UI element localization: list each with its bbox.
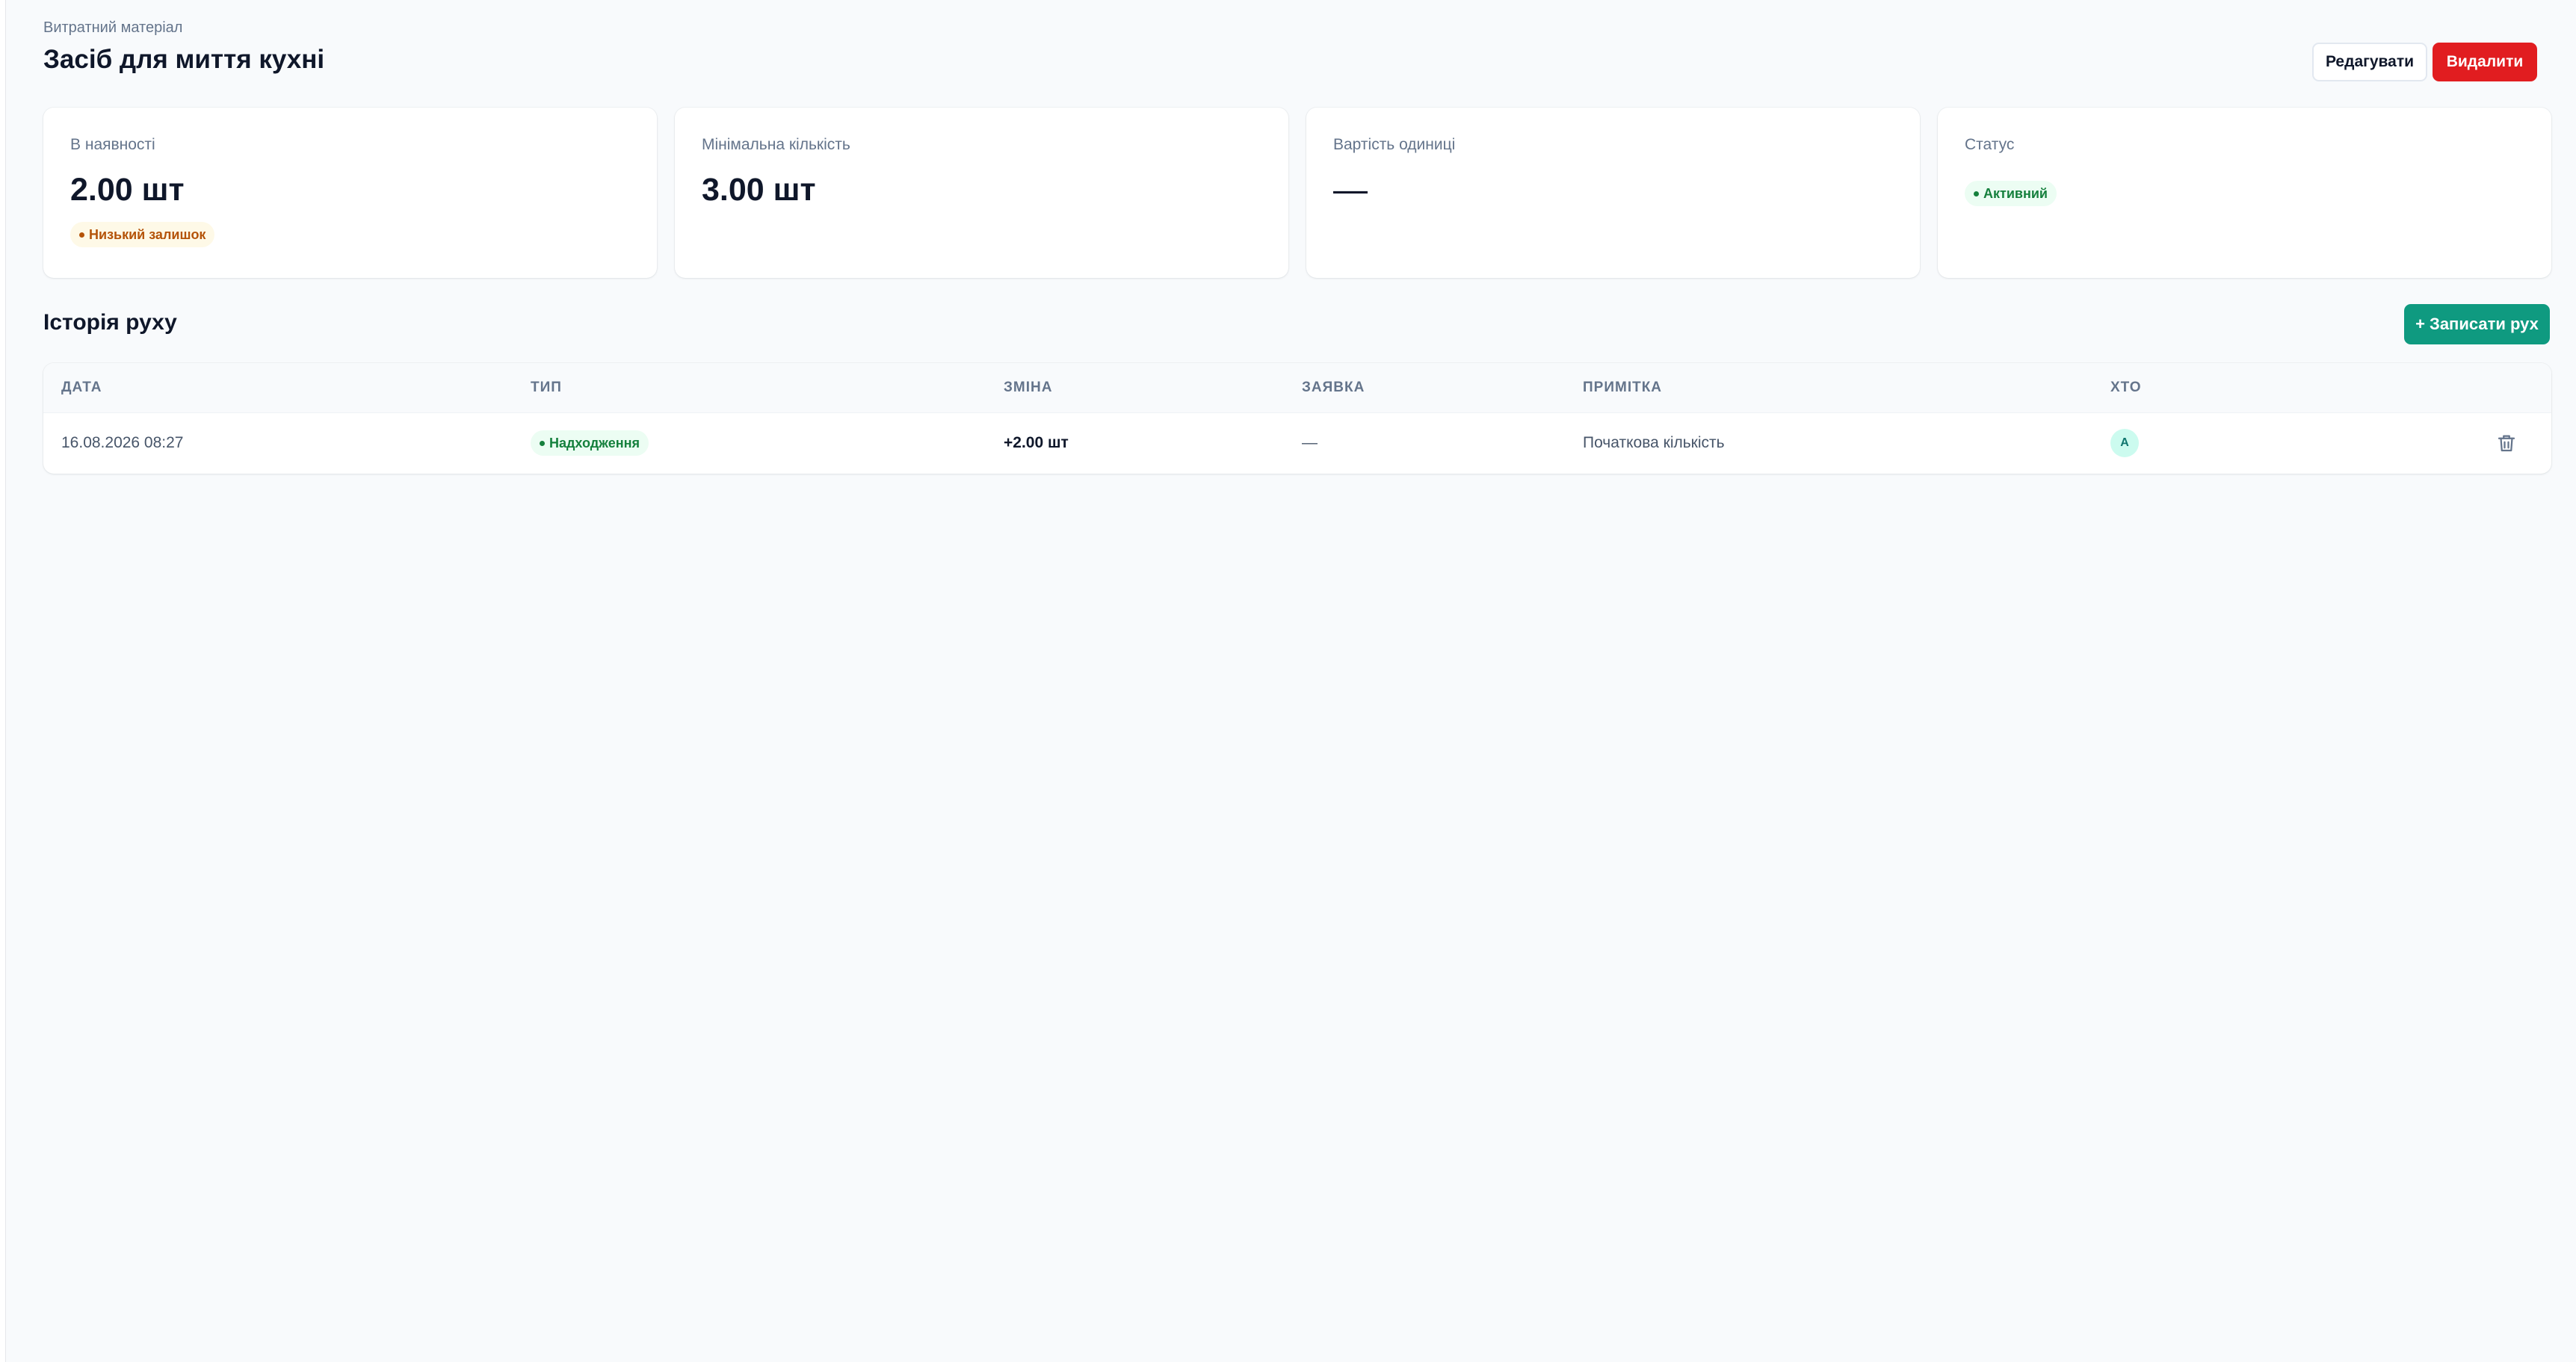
column-header-change: ЗМІНА — [1004, 380, 1053, 395]
stock-card: В наявності 2.00 шт Низький залишок — [43, 108, 657, 278]
page-title: Засіб для миття кухні — [43, 45, 325, 74]
avatar: А — [2110, 429, 2139, 457]
header-actions: Редагувати Видалити — [2312, 43, 2537, 81]
edit-button[interactable]: Редагувати — [2312, 43, 2427, 81]
type-badge: Надходження — [531, 430, 649, 456]
table-row: 16.08.2026 08:27 Надходження +2.00 шт — … — [43, 412, 2551, 474]
breadcrumb: Витратний матеріал — [43, 19, 183, 36]
stock-label: В наявності — [70, 136, 155, 153]
unit-cost-label: Вартість одиниці — [1333, 136, 1456, 153]
column-header-request: ЗАЯВКА — [1302, 380, 1365, 395]
row-request: — — [1302, 434, 1318, 451]
column-header-type: ТИП — [531, 380, 562, 395]
trash-icon[interactable] — [2495, 432, 2518, 454]
stats-cards: В наявності 2.00 шт Низький залишок Міні… — [43, 108, 2551, 278]
page: Витратний матеріал Засіб для миття кухні… — [5, 0, 2576, 1362]
status-card: Статус Активний — [1938, 108, 2551, 278]
type-badge-label: Надходження — [549, 435, 640, 451]
badge-dot — [1974, 191, 1979, 196]
history-table: ДАТА ТИП ЗМІНА ЗАЯВКА ПРИМІТКА ХТО 16.08… — [43, 363, 2551, 474]
column-header-date: ДАТА — [61, 380, 102, 395]
status-badge: Активний — [1965, 181, 2057, 206]
row-type: Надходження — [531, 412, 649, 474]
stock-value: 2.00 шт — [70, 172, 185, 208]
row-note: Початкова кількість — [1583, 434, 1725, 451]
unit-cost-card: Вартість одиниці — — [1306, 108, 1920, 278]
min-qty-value: 3.00 шт — [702, 172, 816, 208]
min-qty-card: Мінімальна кількість 3.00 шт — [675, 108, 1288, 278]
table-header: ДАТА ТИП ЗМІНА ЗАЯВКА ПРИМІТКА ХТО — [43, 363, 2551, 413]
badge-dot — [540, 440, 545, 446]
column-header-note: ПРИМІТКА — [1583, 380, 1663, 395]
row-date: 16.08.2026 08:27 — [61, 434, 184, 451]
low-stock-badge-label: Низький залишок — [89, 226, 206, 242]
column-header-who: ХТО — [2110, 380, 2142, 395]
low-stock-badge: Низький залишок — [70, 222, 215, 247]
delete-button[interactable]: Видалити — [2433, 43, 2537, 81]
row-change: +2.00 шт — [1004, 434, 1069, 451]
badge-dot — [79, 232, 84, 238]
status-label: Статус — [1965, 136, 2015, 153]
unit-cost-value: — — [1333, 170, 1368, 208]
row-who: А — [2110, 412, 2139, 474]
history-title: Історія руху — [43, 310, 177, 335]
status-badge-label: Активний — [1983, 185, 2048, 201]
min-qty-label: Мінімальна кількість — [702, 136, 850, 153]
record-movement-button[interactable]: + Записати рух — [2404, 304, 2550, 344]
